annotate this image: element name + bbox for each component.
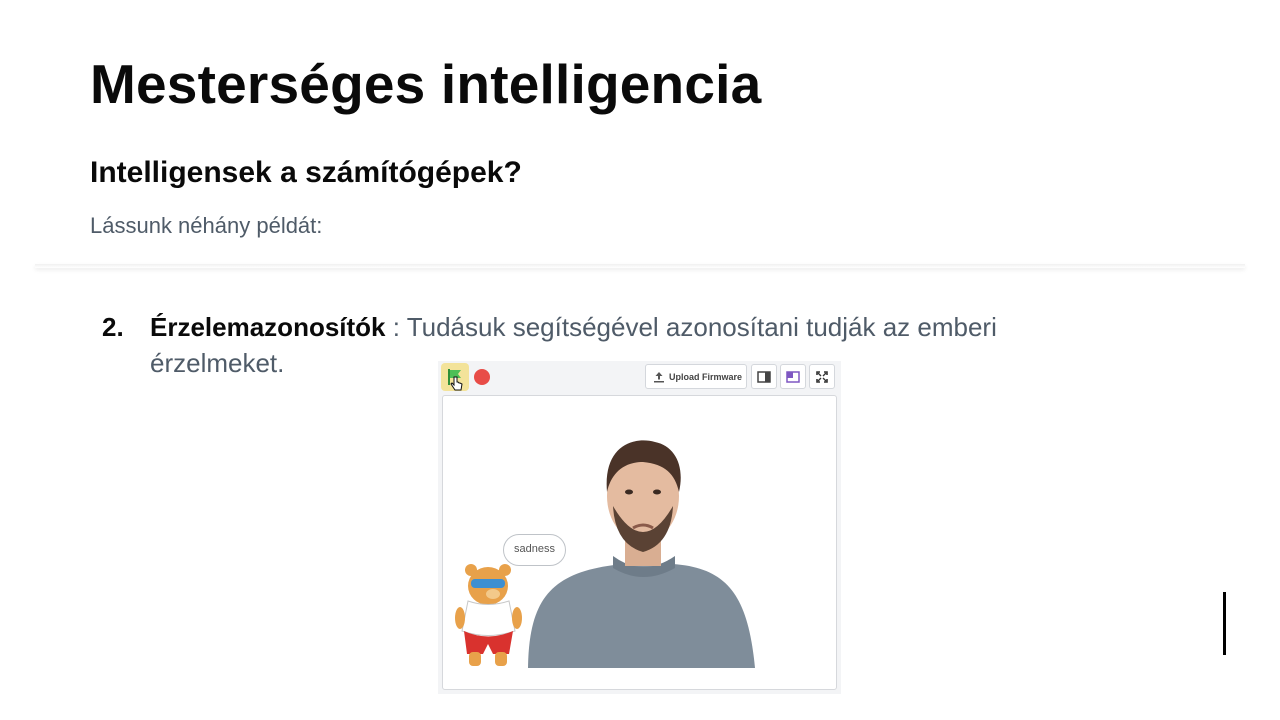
small-stage-icon	[757, 371, 771, 383]
large-stage-icon	[786, 371, 800, 383]
small-stage-button[interactable]	[751, 364, 777, 389]
text-cursor-marker	[1223, 592, 1226, 655]
item-number: 2.	[102, 312, 124, 342]
speech-bubble: sadness	[503, 534, 566, 566]
upload-firmware-button[interactable]: Upload Firmware	[645, 364, 747, 389]
fullscreen-icon	[816, 371, 828, 383]
upload-firmware-label: Upload Firmware	[669, 372, 743, 382]
stage-toolbar: Upload Firmware	[438, 361, 841, 394]
stage-scene	[455, 440, 755, 668]
bear-mascot-image	[455, 564, 522, 666]
slide-title: Mesterséges intelligencia	[90, 53, 762, 115]
green-flag-button[interactable]	[441, 363, 469, 391]
stage-canvas: sadness	[442, 395, 837, 690]
lead-text: Lássunk néhány példát:	[90, 213, 323, 238]
slide-subtitle: Intelligensek a számítógépek?	[90, 156, 522, 189]
large-stage-button[interactable]	[780, 364, 806, 389]
stop-button[interactable]	[474, 369, 490, 385]
upload-icon	[654, 372, 664, 383]
item-term: Érzelemazonosítók	[150, 312, 386, 342]
divider	[35, 264, 1245, 268]
hand-cursor-icon	[450, 376, 463, 391]
emotion-demo-screenshot: Upload Firmware sadness	[438, 361, 841, 694]
fullscreen-button[interactable]	[809, 364, 835, 389]
